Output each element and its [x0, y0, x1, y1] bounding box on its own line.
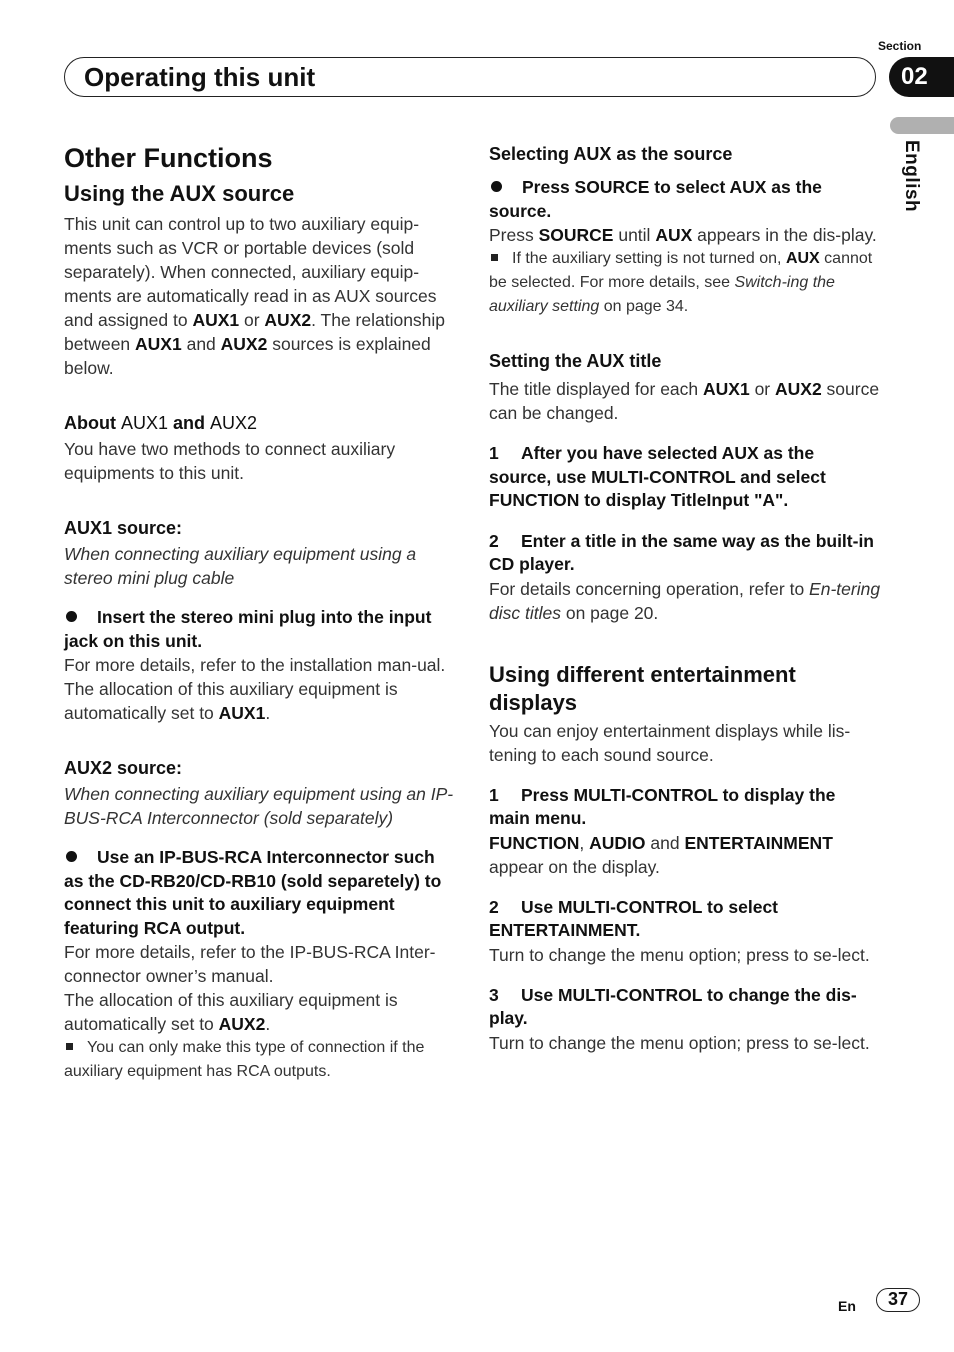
text: AUX2 — [64, 758, 113, 778]
left-column: Other Functions Using the AUX source Thi… — [64, 140, 456, 1084]
entertainment-step-3-text: Turn to change the menu option; press to… — [489, 1032, 870, 1053]
select-aux-note: If the auxiliary setting is not turned o… — [489, 247, 881, 319]
text: Use MULTI-CONTROL to select ENTERTAINMEN… — [489, 896, 779, 941]
page-header-title: Operating this unit — [84, 62, 316, 92]
text: Press MULTI-CONTROL to display the main … — [489, 784, 836, 829]
bullet-icon — [66, 611, 77, 623]
text: source: — [112, 758, 183, 778]
text: For details concerning operation, refer … — [489, 578, 810, 599]
text: or — [749, 379, 775, 399]
aux-title-text: The title displayed for each AUX1 or AUX… — [489, 377, 881, 425]
aux2-note: You can only make this type of connectio… — [64, 1036, 456, 1084]
text: until — [613, 225, 656, 245]
step-number: 2 — [489, 530, 499, 551]
text: appear on the display. — [489, 856, 660, 877]
step-number: 3 — [489, 984, 499, 1005]
text: AUDIO — [589, 832, 646, 853]
text: Use an IP-BUS-RCA Interconnector such as… — [64, 847, 442, 938]
aux2-text1: For more details, refer to the IP-BUS-RC… — [64, 942, 436, 986]
text: If the auxiliary setting is not turned o… — [512, 250, 786, 267]
text: . — [265, 1014, 271, 1034]
text: AUX — [785, 250, 820, 267]
aux-title-step-2: 2 Enter a title in the same way as the bu… — [489, 530, 881, 577]
entertainment-intro: You can enjoy entertainment displays whi… — [489, 720, 851, 765]
text: AUX1 — [120, 413, 169, 433]
language-label: English — [901, 140, 922, 213]
text: AUX1 — [703, 379, 750, 399]
entertainment-step-1: 1 Press MULTI-CONTROL to display the main… — [489, 784, 881, 831]
text: About — [64, 413, 121, 433]
step-number: 1 — [489, 443, 499, 463]
aux1-bullet-instruction: Insert the stereo mini plug into the inp… — [64, 606, 456, 653]
text: SOURCE — [538, 225, 614, 245]
text: source: — [112, 518, 183, 538]
entertainment-step-1-text: FUNCTION, AUDIO and ENTERTAINMENT appear… — [489, 831, 881, 879]
text: . — [265, 703, 271, 723]
note-square-icon — [491, 253, 498, 261]
text: AUX1 — [192, 310, 240, 330]
text: and — [181, 334, 221, 354]
aux1-italic-note: When connecting auxiliary equipment usin… — [64, 544, 417, 588]
text: on page 20. — [560, 602, 659, 623]
text: Use MULTI-CONTROL to change the dis-play… — [489, 984, 857, 1029]
page-title: Other Functions — [64, 143, 273, 173]
select-aux-heading: Selecting AUX as the source — [489, 144, 733, 164]
text: AUX1 — [64, 518, 113, 538]
aux1-source-heading: AUX1 source: — [64, 516, 456, 540]
entertainment-step-3: 3 Use MULTI-CONTROL to change the dis-pla… — [489, 984, 881, 1031]
aux-source-heading: Using the AUX source — [64, 181, 295, 206]
entertainment-heading: Using different entertainment displays — [489, 661, 796, 715]
entertainment-step-2: 2 Use MULTI-CONTROL to select ENTERTAINME… — [489, 896, 881, 943]
select-aux-text: Press SOURCE until AUX appears in the di… — [489, 223, 881, 247]
aux1-text1: For more details, refer to the installat… — [64, 655, 446, 675]
text: AUX1 — [135, 334, 182, 354]
page-number: 37 — [876, 1288, 920, 1312]
bullet-icon — [491, 181, 502, 193]
text: AUX2 — [210, 413, 258, 433]
text: After you have selected AUX as the sourc… — [489, 443, 826, 510]
text: ENTERTAINMENT — [684, 832, 833, 853]
note-square-icon — [66, 1042, 73, 1050]
bullet-icon — [66, 851, 77, 863]
text: and — [645, 832, 685, 853]
section-number-badge: 02 — [889, 57, 954, 97]
about-aux-heading: About AUX1 and AUX2 — [64, 411, 456, 435]
aux2-source-heading: AUX2 source: — [64, 756, 456, 780]
aux-intro-paragraph: This unit can control up to two auxiliar… — [64, 212, 456, 380]
text: You can only make this type of connectio… — [64, 1039, 425, 1080]
aux2-bullet-instruction: Use an IP-BUS-RCA Interconnector such as… — [64, 846, 456, 940]
step-number: 1 — [489, 784, 499, 805]
text: on page 34. — [599, 298, 689, 315]
text: , — [579, 832, 590, 853]
text: AUX1 — [218, 703, 266, 723]
text: The title displayed for each — [489, 379, 704, 399]
step-number: 2 — [489, 896, 499, 917]
language-tab-marker — [890, 117, 954, 134]
aux-title-heading: Setting the AUX title — [489, 351, 662, 371]
select-aux-bullet: Press SOURCE to select AUX as the source… — [489, 176, 881, 223]
text: Press — [489, 225, 539, 245]
text: AUX2 — [218, 1014, 266, 1034]
section-label: Section — [878, 39, 922, 53]
right-column: Selecting AUX as the source Press SOURCE… — [489, 140, 881, 1055]
aux-title-step-2-text: For details concerning operation, refer … — [489, 577, 881, 625]
aux1-text2: The allocation of this auxiliary equipme… — [64, 677, 456, 725]
aux2-text2: The allocation of this auxiliary equipme… — [64, 988, 456, 1036]
text: AUX — [655, 225, 693, 245]
text: and — [168, 413, 211, 433]
aux-title-step-1: 1 After you have selected AUX as the sour… — [489, 442, 881, 513]
text: Enter a title in the same way as the bui… — [489, 530, 874, 575]
entertainment-step-2-text: Turn to change the menu option; press to… — [489, 944, 870, 965]
text: Press SOURCE to select AUX as the source… — [489, 177, 822, 221]
text: or — [239, 310, 265, 330]
text: appears in the dis-play. — [692, 225, 877, 245]
text: FUNCTION — [489, 832, 580, 853]
text: AUX2 — [220, 334, 268, 354]
text: AUX2 — [264, 310, 312, 330]
aux2-italic-note: When connecting auxiliary equipment usin… — [64, 784, 454, 828]
text: AUX2 — [775, 379, 822, 399]
about-aux-text: You have two methods to connect auxiliar… — [64, 439, 396, 483]
footer-language-code: En — [838, 1298, 856, 1314]
text: Insert the stereo mini plug into the inp… — [64, 607, 432, 651]
